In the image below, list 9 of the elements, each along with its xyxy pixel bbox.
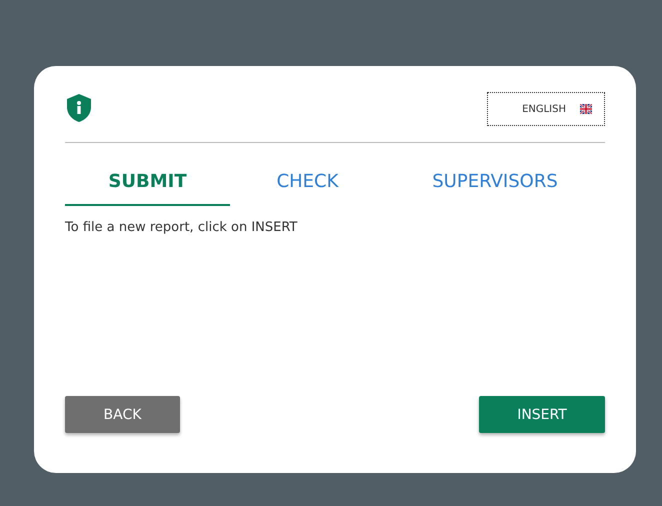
shield-info-icon — [65, 93, 93, 123]
flag-icon — [580, 104, 592, 114]
back-button[interactable]: BACK — [65, 396, 180, 433]
insert-button[interactable]: INSERT — [479, 396, 605, 433]
instruction-text: To file a new report, click on INSERT — [65, 220, 298, 235]
tab[interactable]: SUPERVISORS — [385, 161, 605, 206]
language-selector[interactable]: ENGLISH — [487, 92, 605, 126]
tab[interactable]: CHECK — [230, 161, 385, 206]
tab[interactable]: SUBMIT — [65, 161, 230, 206]
